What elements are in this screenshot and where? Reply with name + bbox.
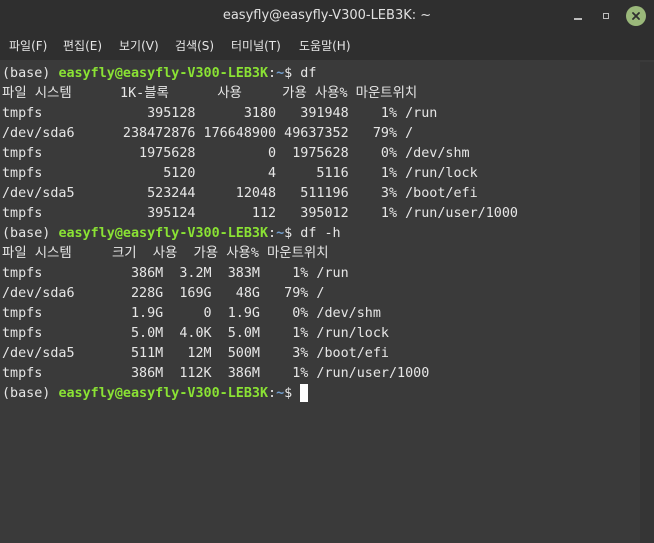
- menu-terminal[interactable]: 터미널(T): [229, 32, 283, 60]
- close-icon: [632, 12, 640, 20]
- dfh-row: /dev/sda5 511M 12M 500M 3% /boot/efi: [2, 346, 389, 361]
- menu-help[interactable]: 도움말(H): [297, 32, 353, 60]
- window-title: easyfly@easyfly-V300-LEB3K: ~: [222, 8, 432, 23]
- prompt-prefix: (base): [2, 226, 59, 241]
- prompt-end: $: [284, 226, 301, 241]
- title-bar[interactable]: easyfly@easyfly-V300-LEB3K: ~: [0, 0, 654, 32]
- dfh-row: tmpfs 386M 112K 386M 1% /run/user/1000: [2, 366, 430, 381]
- prompt-path: ~: [276, 66, 285, 81]
- text-cursor: [300, 384, 309, 402]
- prompt-sep: :: [268, 386, 277, 401]
- prompt-end: $: [284, 66, 301, 81]
- df-row: tmpfs 395124 112 395012 1% /run/user/100…: [2, 206, 518, 221]
- dfh-row: tmpfs 1.9G 0 1.9G 0% /dev/shm: [2, 306, 381, 321]
- menu-bar: 파일(F) 편집(E) 보기(V) 검색(S) 터미널(T) 도움말(H): [0, 32, 654, 60]
- terminal-output[interactable]: (base) easyfly@easyfly-V300-LEB3K:~$ df …: [0, 62, 640, 543]
- prompt-user: easyfly@easyfly-V300-LEB3K: [58, 386, 269, 401]
- prompt-user: easyfly@easyfly-V300-LEB3K: [58, 66, 269, 81]
- prompt-end: $: [284, 386, 301, 401]
- prompt-path: ~: [276, 386, 285, 401]
- prompt-prefix: (base): [2, 66, 59, 81]
- prompt-line: (base) easyfly@easyfly-V300-LEB3K:~$ df …: [2, 224, 638, 244]
- df-row: tmpfs 5120 4 5116 1% /run/lock: [2, 166, 478, 181]
- maximize-button[interactable]: [598, 8, 614, 24]
- dfh-row: /dev/sda6 228G 169G 48G 79% /: [2, 286, 325, 301]
- prompt-line: (base) easyfly@easyfly-V300-LEB3K:~$ df: [2, 64, 638, 84]
- prompt-sep: :: [268, 226, 277, 241]
- maximize-icon: [603, 13, 609, 19]
- menu-view[interactable]: 보기(V): [117, 32, 161, 60]
- command-text: df: [300, 66, 317, 81]
- scrollbar[interactable]: [640, 62, 654, 543]
- prompt-path: ~: [276, 226, 285, 241]
- df-row: tmpfs 395128 3180 391948 1% /run: [2, 106, 438, 121]
- prompt-user: easyfly@easyfly-V300-LEB3K: [58, 226, 269, 241]
- prompt-line: (base) easyfly@easyfly-V300-LEB3K:~$: [2, 384, 638, 404]
- prompt-prefix: (base): [2, 386, 59, 401]
- df-row: /dev/sda5 523244 12048 511196 3% /boot/e…: [2, 186, 478, 201]
- terminal-window: easyfly@easyfly-V300-LEB3K: ~ 파일(F) 편집(E…: [0, 0, 654, 543]
- menu-file[interactable]: 파일(F): [7, 32, 49, 60]
- dfh-header: 파일 시스템 크기 사용 가용 사용% 마운트위치: [2, 246, 329, 261]
- menu-search[interactable]: 검색(S): [173, 32, 216, 60]
- minimize-button[interactable]: [570, 8, 586, 24]
- df-row: tmpfs 1975628 0 1975628 0% /dev/shm: [2, 146, 470, 161]
- df-header: 파일 시스템 1K-블록 사용 가용 사용% 마운트위치: [2, 86, 418, 101]
- close-button[interactable]: [626, 6, 646, 26]
- dfh-row: tmpfs 5.0M 4.0K 5.0M 1% /run/lock: [2, 326, 389, 341]
- menu-edit[interactable]: 편집(E): [61, 32, 104, 60]
- minimize-icon: [574, 18, 582, 20]
- command-text: df -h: [300, 226, 341, 241]
- dfh-row: tmpfs 386M 3.2M 383M 1% /run: [2, 266, 349, 281]
- df-row: /dev/sda6 238472876 176648900 49637352 7…: [2, 126, 414, 141]
- prompt-sep: :: [268, 66, 277, 81]
